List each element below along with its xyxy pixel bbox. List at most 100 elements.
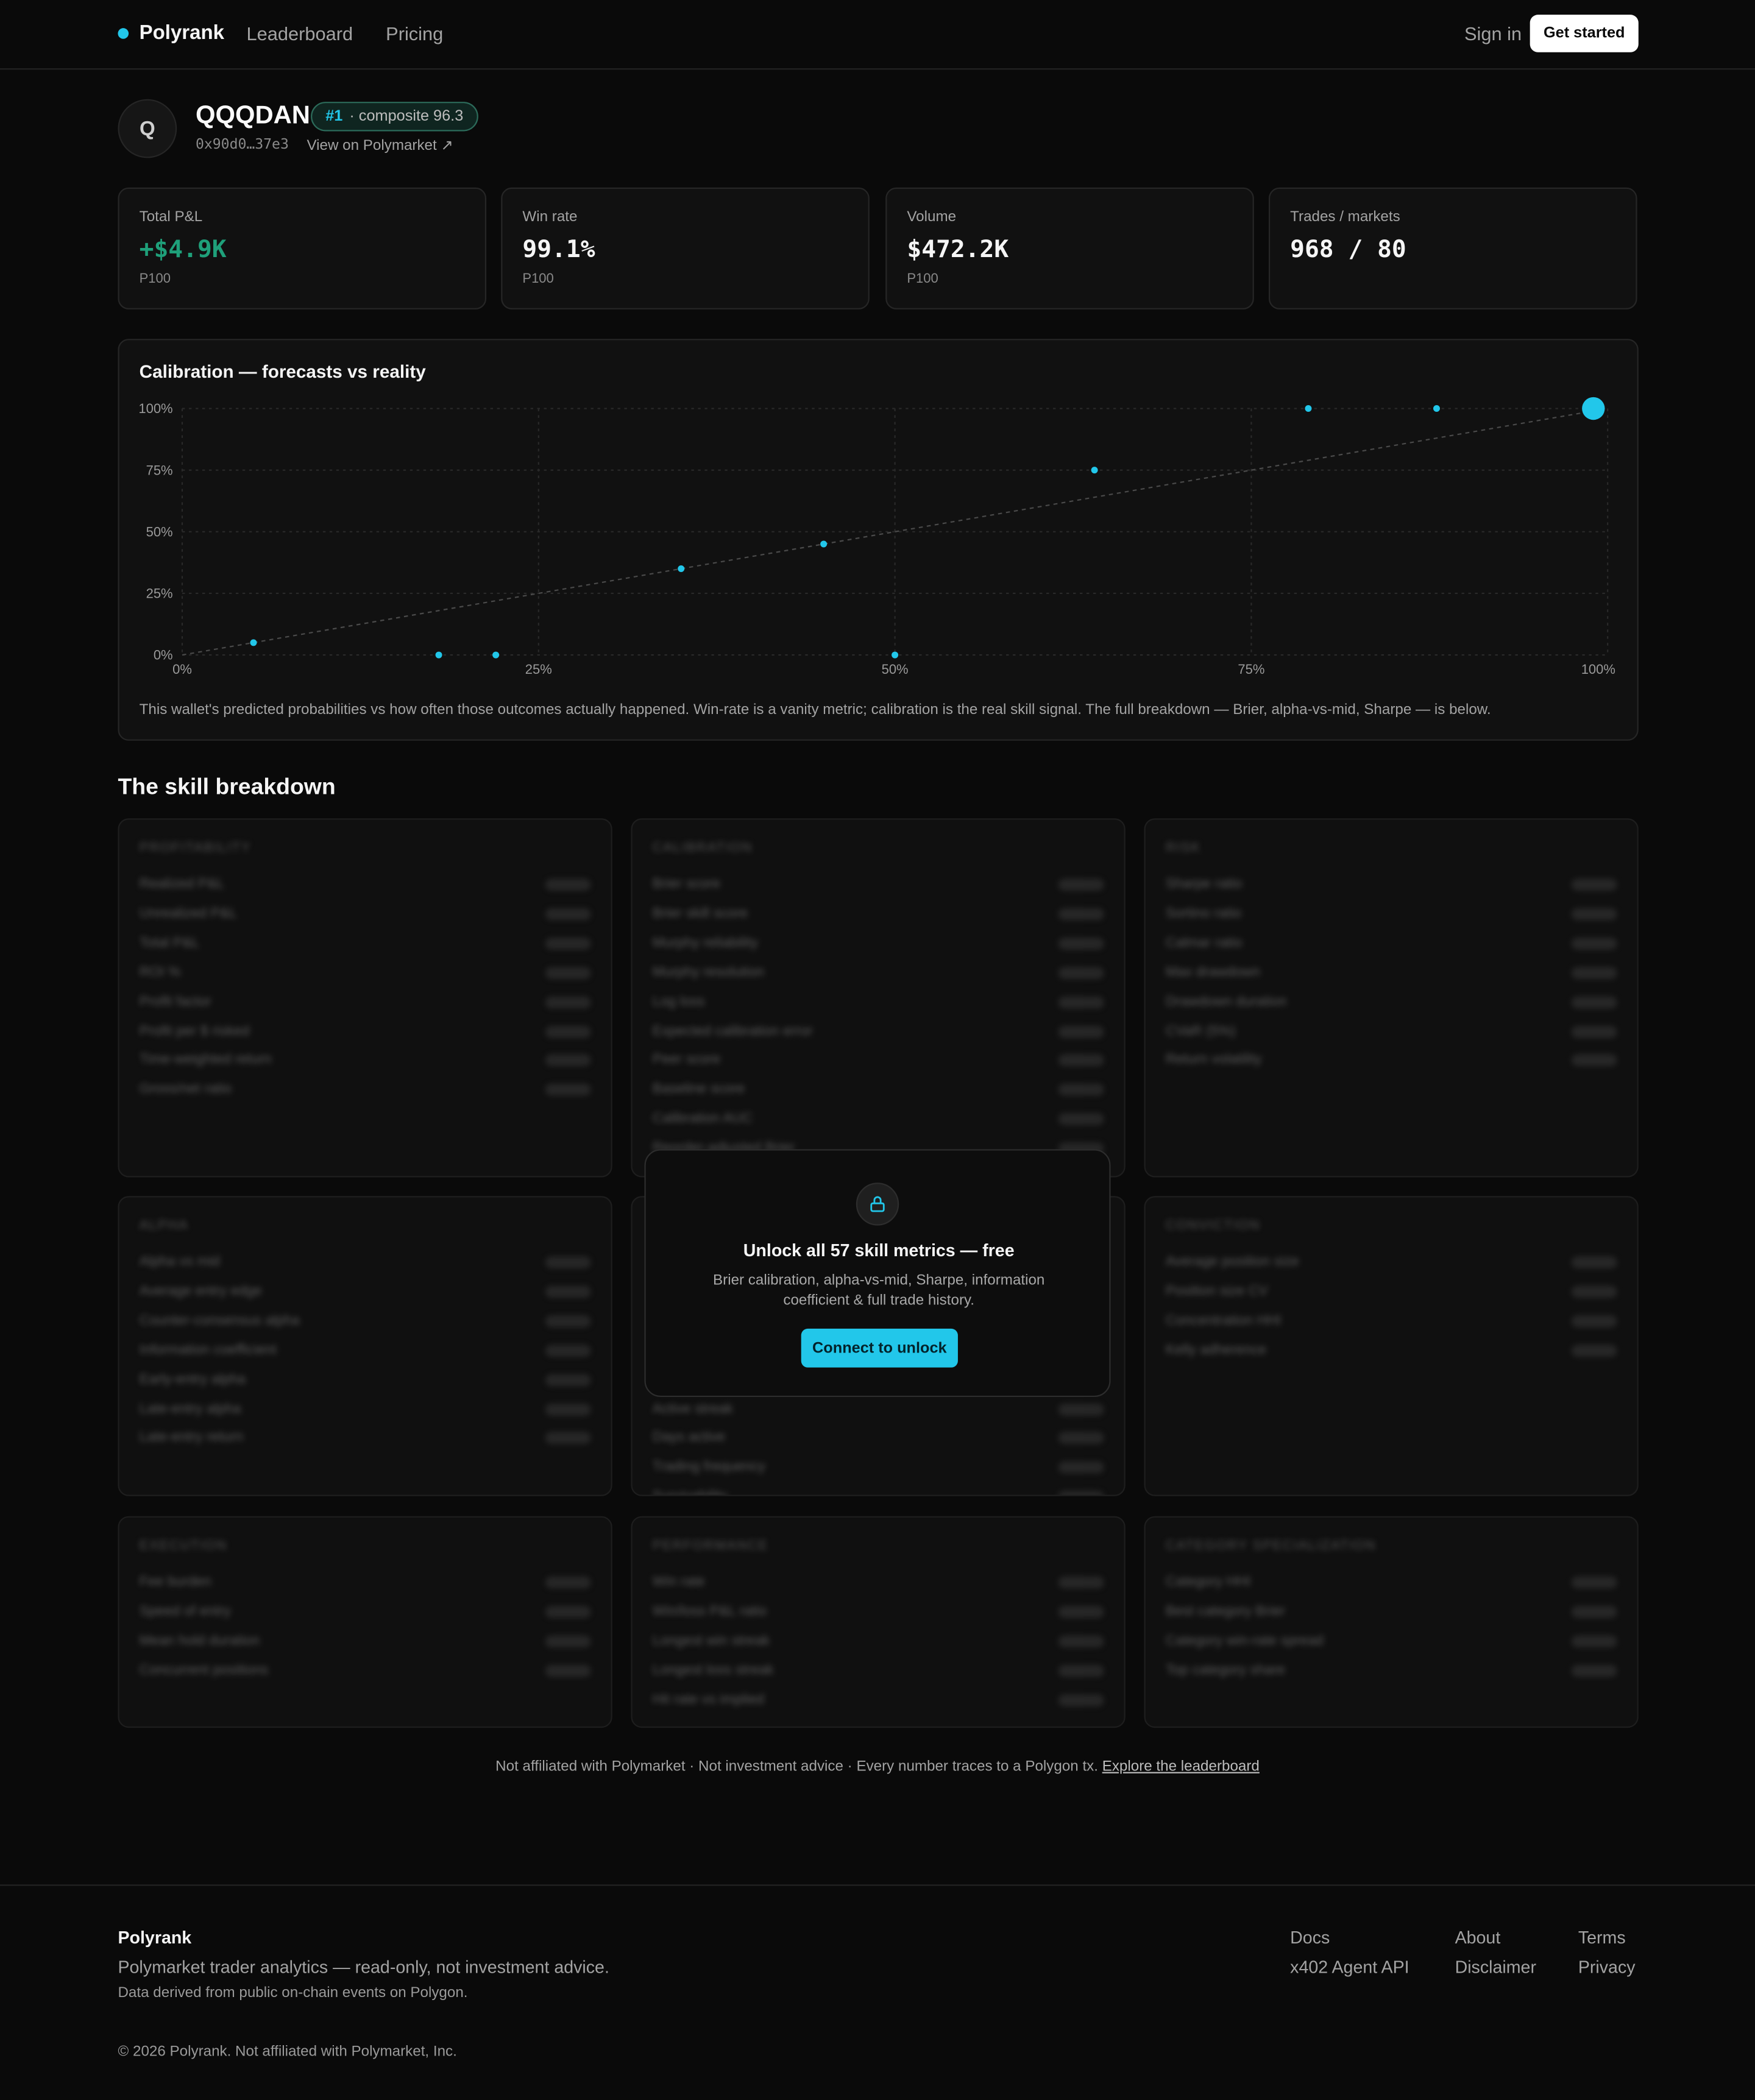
stat-card-win-rate: Win rate 99.1% P100 xyxy=(501,187,870,309)
connect-to-unlock-button[interactable]: Connect to unlock xyxy=(801,1328,958,1368)
composite-score: · composite 96.3 xyxy=(349,108,464,125)
metric-label: Kelly adherence xyxy=(1165,1342,1267,1358)
metric-label: Profit factor xyxy=(139,993,211,1009)
stat-percentile: P100 xyxy=(139,272,171,287)
metric-value-placeholder xyxy=(1571,1285,1617,1298)
metric-label: Sortino ratio xyxy=(1165,905,1242,922)
metric-value-placeholder xyxy=(1571,995,1617,1008)
metric-label: Counter-consensus alpha xyxy=(139,1312,300,1329)
disclaimer-text: Not affiliated with Polymarket · Not inv… xyxy=(495,1758,1098,1775)
metric-value-placeholder xyxy=(1571,1256,1617,1268)
metric-label: Concurrent positions xyxy=(139,1661,269,1678)
nav-link-leaderboard[interactable]: Leaderboard xyxy=(247,23,353,44)
metric-value-placeholder xyxy=(1058,1055,1104,1067)
metric-label: Late-entry alpha xyxy=(139,1400,241,1416)
metric-row: Murphy resolution xyxy=(653,964,1104,993)
metric-label: Mean hold duration xyxy=(139,1632,260,1649)
metric-row: ROI % xyxy=(140,964,591,993)
metric-card-title: EXECUTION xyxy=(139,1539,227,1554)
metric-value-placeholder xyxy=(545,1055,591,1067)
footer-link-docs[interactable]: Docs xyxy=(1290,1928,1330,1948)
metric-value-placeholder xyxy=(545,1344,591,1357)
metric-card-performance: PERFORMANCE Win rate Win/loss P&L ratio Lon… xyxy=(631,1516,1126,1728)
metric-card-title: CATEGORY SPECIALIZATION xyxy=(1165,1539,1377,1554)
lock-icon xyxy=(856,1183,899,1226)
metric-row: Murphy reliability xyxy=(653,935,1104,964)
metric-label: Win/loss P&L ratio xyxy=(652,1603,767,1619)
metric-label: Drawdown duration xyxy=(1165,993,1287,1009)
skill-breakdown-title: The skill breakdown xyxy=(118,774,336,800)
metric-card-title: ALPHA xyxy=(139,1218,189,1234)
metric-row: Sharpe ratio xyxy=(1166,876,1617,905)
footer-brand: Polyrank xyxy=(118,1927,192,1948)
metric-row: Hit rate vs implied xyxy=(653,1691,1104,1720)
metric-row: Active streak xyxy=(653,1401,1104,1430)
metric-label: Hit rate vs implied xyxy=(652,1691,765,1708)
nav-link-pricing[interactable]: Pricing xyxy=(386,23,443,44)
explore-leaderboard-link[interactable]: Explore the leaderboard xyxy=(1102,1759,1260,1775)
metric-label: Active streak xyxy=(652,1400,733,1416)
metric-value-placeholder xyxy=(1058,1491,1104,1495)
metric-value-placeholder xyxy=(1058,1432,1104,1444)
metric-row: Profit factor xyxy=(140,993,591,1022)
footer-link-about[interactable]: About xyxy=(1455,1928,1501,1948)
stat-label: Trades / markets xyxy=(1290,208,1400,225)
metric-label: Category HHI xyxy=(1165,1574,1251,1590)
metric-value-placeholder xyxy=(1058,1694,1104,1706)
brand-dot-icon xyxy=(118,27,129,38)
metric-value-placeholder xyxy=(1571,1635,1617,1647)
metric-row: Alpha vs mid xyxy=(140,1254,591,1283)
y-tick-label: 100% xyxy=(138,401,172,416)
metric-label: Murphy resolution xyxy=(652,964,765,980)
metric-value-placeholder xyxy=(1058,1576,1104,1589)
stat-label: Total P&L xyxy=(139,208,203,225)
x-tick-label: 75% xyxy=(1238,662,1264,677)
stat-card-total-pnl: Total P&L +$4.9K P100 xyxy=(118,187,487,309)
calibration-point xyxy=(250,639,257,646)
sign-in-link[interactable]: Sign in xyxy=(1464,23,1522,44)
metric-row: Mean hold duration xyxy=(140,1633,591,1662)
stat-card-trades-markets: Trades / markets 968 / 80 xyxy=(1268,187,1637,309)
metric-label: Time-weighted return xyxy=(139,1052,272,1069)
rank-number: #1 xyxy=(325,108,343,125)
metric-value-placeholder xyxy=(1058,966,1104,979)
get-started-button[interactable]: Get started xyxy=(1530,15,1639,52)
metric-value-placeholder xyxy=(1571,1344,1617,1357)
footer-link-disclaimer[interactable]: Disclaimer xyxy=(1455,1957,1536,1977)
calibration-point xyxy=(1433,405,1440,412)
wallet-address[interactable]: 0x90d0…37e3 xyxy=(196,136,289,152)
metric-value-placeholder xyxy=(545,879,591,891)
metric-value-placeholder xyxy=(1058,879,1104,891)
metric-row: Speed of entry xyxy=(140,1603,591,1632)
unlock-panel: Unlock all 57 skill metrics — free Brier… xyxy=(644,1149,1111,1398)
metric-label: Top category share xyxy=(1165,1661,1286,1678)
brand-logo[interactable]: Polyrank xyxy=(118,21,224,44)
metric-value-placeholder xyxy=(1058,937,1104,950)
metric-row: Calibration AUC xyxy=(653,1111,1104,1140)
metric-label: Late-entry return xyxy=(139,1429,244,1446)
metric-value-placeholder xyxy=(1571,1025,1617,1038)
metric-label: Average entry edge xyxy=(139,1282,262,1299)
metric-value-placeholder xyxy=(1058,1084,1104,1097)
metric-card-title: PERFORMANCE xyxy=(652,1539,769,1554)
metric-row: Max drawdown xyxy=(1166,964,1617,993)
metric-value-placeholder xyxy=(1571,1576,1617,1589)
metric-value-placeholder xyxy=(545,966,591,979)
metric-row: Concentration HHI xyxy=(1166,1312,1617,1342)
footer-link-terms[interactable]: Terms xyxy=(1578,1928,1626,1948)
stat-percentile: P100 xyxy=(907,272,938,287)
metric-label: Longest loss streak xyxy=(652,1661,774,1678)
metric-value-placeholder xyxy=(545,1025,591,1038)
disclaimer: Not affiliated with Polymarket · Not inv… xyxy=(0,1759,1755,1775)
calibration-point xyxy=(435,651,442,659)
metric-row: Expected calibration error xyxy=(653,1023,1104,1052)
unlock-description: Brier calibration, alpha-vs-mid, Sharpe,… xyxy=(713,1272,1045,1308)
avatar: Q xyxy=(118,99,177,158)
metric-card-category-specialization: CATEGORY SPECIALIZATION Category HHI Best … xyxy=(1144,1516,1639,1728)
footer-link-x402-agent-api[interactable]: x402 Agent API xyxy=(1290,1957,1409,1977)
footer-link-privacy[interactable]: Privacy xyxy=(1578,1957,1636,1977)
metric-row: Category HHI xyxy=(1166,1574,1617,1603)
calibration-point xyxy=(1091,467,1098,474)
view-on-polymarket-link[interactable]: View on Polymarket ↗ xyxy=(307,136,453,154)
metric-label: Expected calibration error xyxy=(652,1022,813,1039)
